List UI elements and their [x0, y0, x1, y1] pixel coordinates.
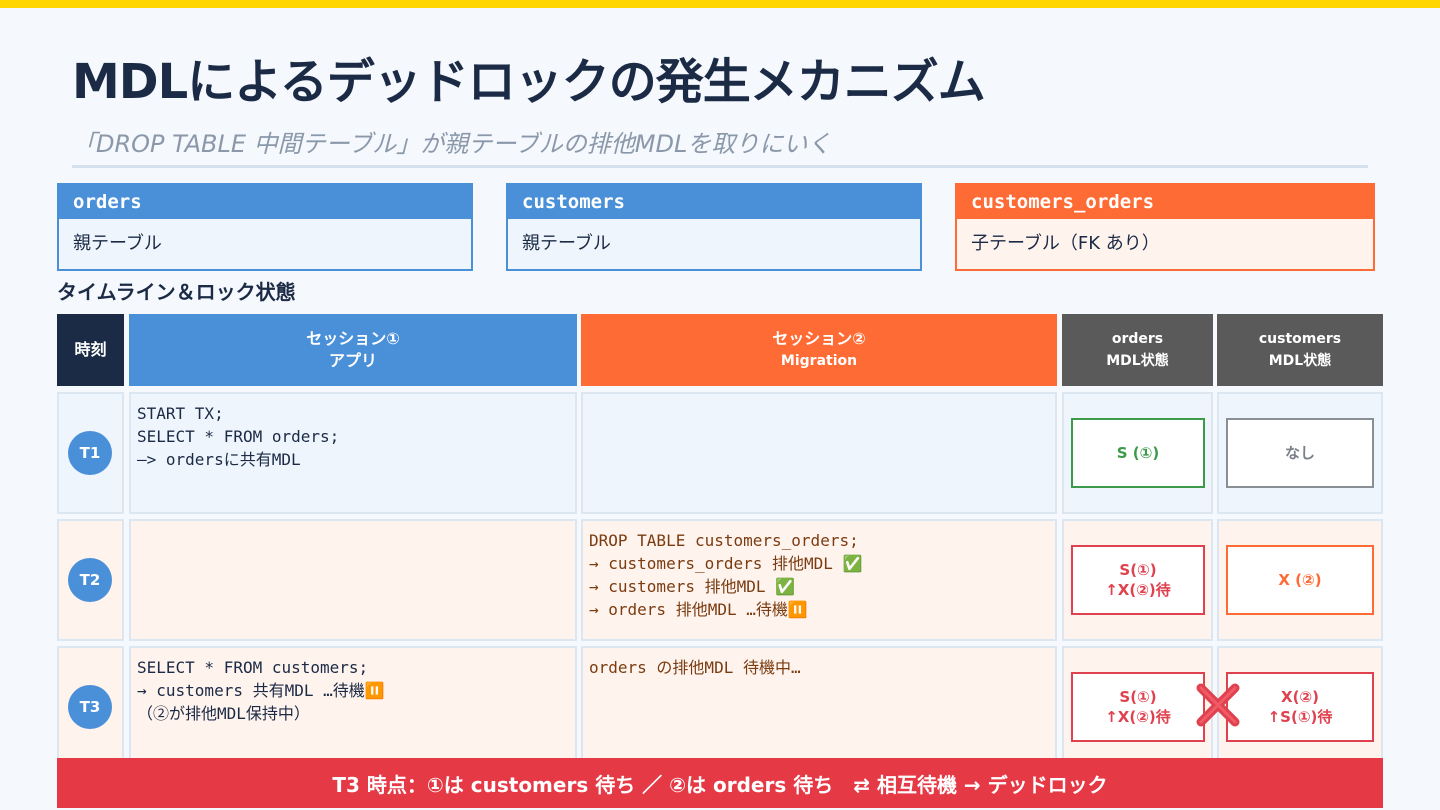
- table-card-name: customers: [508, 185, 920, 219]
- header-session2-role: Migration: [780, 353, 858, 369]
- header-session2-title: セッション②: [772, 329, 866, 348]
- title-divider: [72, 165, 1368, 168]
- lock-wait-line: ↑S(①)待: [1267, 708, 1333, 726]
- header-orders-table: orders: [1111, 331, 1164, 347]
- top-accent-bar: [0, 0, 1440, 8]
- row-t2-session2-code: DROP TABLE customers_orders; → customers…: [581, 519, 1057, 641]
- row-t1-customers-lock: なし: [1226, 418, 1374, 488]
- row-t3-customers-lock: X(②) ↑S(①)待: [1226, 672, 1374, 742]
- header-session2: セッション② Migration: [581, 314, 1057, 386]
- header-customers-state: MDL状態: [1268, 353, 1332, 369]
- time-badge-t1: T1: [68, 431, 112, 475]
- row-t3-orders-lock: S(①) ↑X(②)待: [1071, 672, 1205, 742]
- row-t1-session1-code: START TX; SELECT * FROM orders; —> order…: [129, 392, 577, 514]
- table-card-desc: 子テーブル（FK あり）: [971, 233, 1160, 254]
- time-badge-t3: T3: [68, 685, 112, 729]
- header-session1: セッション① アプリ: [129, 314, 577, 386]
- table-card-name: orders: [59, 185, 471, 219]
- page-subtitle: 「DROP TABLE 中間テーブル」が親テーブルの排他MDLを取りにいく: [72, 130, 832, 158]
- table-card-name: customers_orders: [957, 185, 1373, 219]
- row-t2-orders-lock: S(①) ↑X(②)待: [1071, 545, 1205, 615]
- deadlock-summary-banner: T3 時点：①は customers 待ち ／ ②は orders 待ち ⇄ 相…: [57, 758, 1383, 808]
- row-t2-customers-lock: X (②): [1226, 545, 1374, 615]
- row-t1-session2-code: [581, 392, 1057, 514]
- table-card-customers-orders: customers_orders 子テーブル（FK あり）: [955, 183, 1375, 271]
- lock-state-line: X (②): [1278, 571, 1322, 589]
- header-orders-state: MDL状態: [1106, 353, 1169, 369]
- table-card-customers: customers 親テーブル: [506, 183, 922, 271]
- header-time: 時刻: [57, 314, 124, 386]
- header-customers-table: customers: [1258, 331, 1342, 347]
- page-title: MDLによるデッドロックの発生メカニズム: [72, 54, 986, 110]
- header-orders-mdl: orders MDL状態: [1062, 314, 1213, 386]
- lock-state-line: X(②): [1281, 688, 1319, 706]
- header-time-label: 時刻: [74, 340, 107, 359]
- lock-state-line: S (①): [1116, 444, 1160, 462]
- red-x-icon: [1196, 683, 1240, 727]
- table-card-desc: 親テーブル: [73, 233, 162, 254]
- header-session1-role: アプリ: [328, 351, 377, 370]
- header-session1-title: セッション①: [306, 329, 400, 348]
- row-t2-session1-code: [129, 519, 577, 641]
- lock-state-line: S(①): [1119, 561, 1157, 579]
- row-t3-session2-code: orders の排他MDL 待機中…: [581, 646, 1057, 760]
- lock-state-line: なし: [1284, 444, 1315, 462]
- header-customers-mdl: customers MDL状態: [1217, 314, 1383, 386]
- time-badge-t2: T2: [68, 558, 112, 602]
- lock-wait-line: ↑X(②)待: [1105, 581, 1171, 599]
- table-card-desc: 親テーブル: [522, 233, 611, 254]
- table-card-orders: orders 親テーブル: [57, 183, 473, 271]
- lock-state-line: S(①): [1119, 688, 1157, 706]
- section-label-timeline: タイムライン＆ロック状態: [57, 280, 296, 304]
- lock-wait-line: ↑X(②)待: [1105, 708, 1171, 726]
- row-t1-orders-lock: S (①): [1071, 418, 1205, 488]
- row-t3-session1-code: SELECT * FROM customers; → customers 共有M…: [129, 646, 577, 760]
